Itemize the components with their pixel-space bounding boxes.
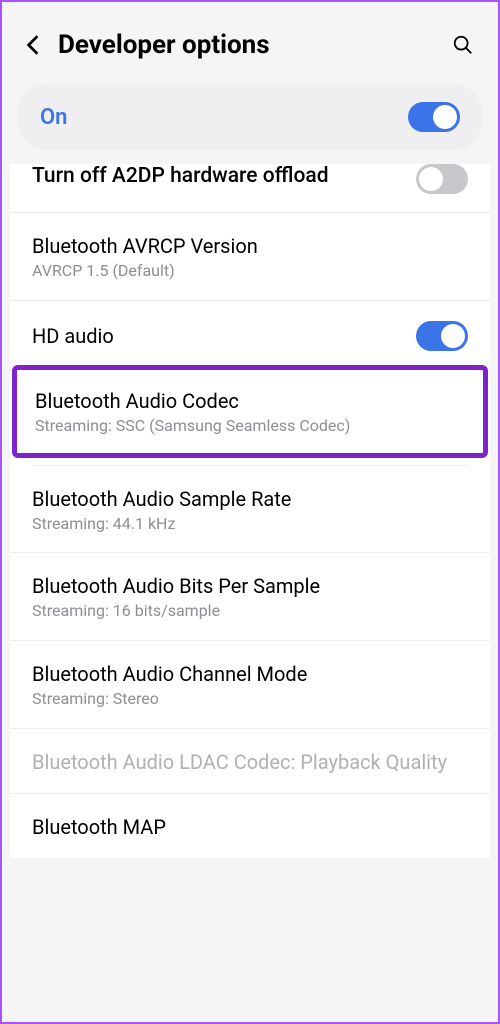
- row-avrcp-version[interactable]: Bluetooth AVRCP Version AVRCP 1.5 (Defau…: [10, 213, 490, 301]
- row-bluetooth-map[interactable]: Bluetooth MAP: [10, 794, 490, 858]
- master-toggle-switch[interactable]: [408, 102, 460, 132]
- row-a2dp-offload[interactable]: Turn off A2DP hardware offload: [10, 164, 490, 213]
- row-title: Bluetooth Audio Codec: [35, 388, 465, 414]
- back-icon[interactable]: [26, 34, 40, 56]
- settings-list: Turn off A2DP hardware offload Bluetooth…: [10, 164, 490, 858]
- page-title: Developer options: [58, 30, 434, 60]
- row-sample-rate[interactable]: Bluetooth Audio Sample Rate Streaming: 4…: [10, 466, 490, 554]
- master-toggle-row[interactable]: On: [18, 84, 482, 150]
- master-toggle-label: On: [40, 105, 67, 130]
- row-subtitle: AVRCP 1.5 (Default): [32, 261, 468, 282]
- search-icon[interactable]: [452, 34, 474, 56]
- row-ldac-codec: Bluetooth Audio LDAC Codec: Playback Qua…: [10, 729, 490, 794]
- highlight-box: Bluetooth Audio Codec Streaming: SSC (Sa…: [12, 365, 488, 458]
- row-title: Turn off A2DP hardware offload: [32, 163, 404, 190]
- row-title: HD audio: [32, 323, 404, 349]
- a2dp-toggle-switch[interactable]: [416, 164, 468, 194]
- row-subtitle: Streaming: SSC (Samsung Seamless Codec): [35, 416, 465, 437]
- row-channel-mode[interactable]: Bluetooth Audio Channel Mode Streaming: …: [10, 641, 490, 729]
- row-subtitle: Streaming: 44.1 kHz: [32, 514, 468, 535]
- row-title: Bluetooth Audio LDAC Codec: Playback Qua…: [32, 749, 468, 775]
- row-bits-per-sample[interactable]: Bluetooth Audio Bits Per Sample Streamin…: [10, 553, 490, 641]
- row-bluetooth-audio-codec[interactable]: Bluetooth Audio Codec Streaming: SSC (Sa…: [17, 370, 483, 453]
- row-title: Bluetooth Audio Channel Mode: [32, 661, 468, 687]
- row-title: Bluetooth Audio Bits Per Sample: [32, 573, 468, 599]
- row-title: Bluetooth AVRCP Version: [32, 233, 468, 259]
- hd-audio-toggle-switch[interactable]: [416, 321, 468, 351]
- row-title: Bluetooth Audio Sample Rate: [32, 486, 468, 512]
- row-subtitle: Streaming: 16 bits/sample: [32, 601, 468, 622]
- row-title: Bluetooth MAP: [32, 814, 468, 840]
- row-hd-audio[interactable]: HD audio: [10, 301, 490, 370]
- row-subtitle: Streaming: Stereo: [32, 689, 468, 710]
